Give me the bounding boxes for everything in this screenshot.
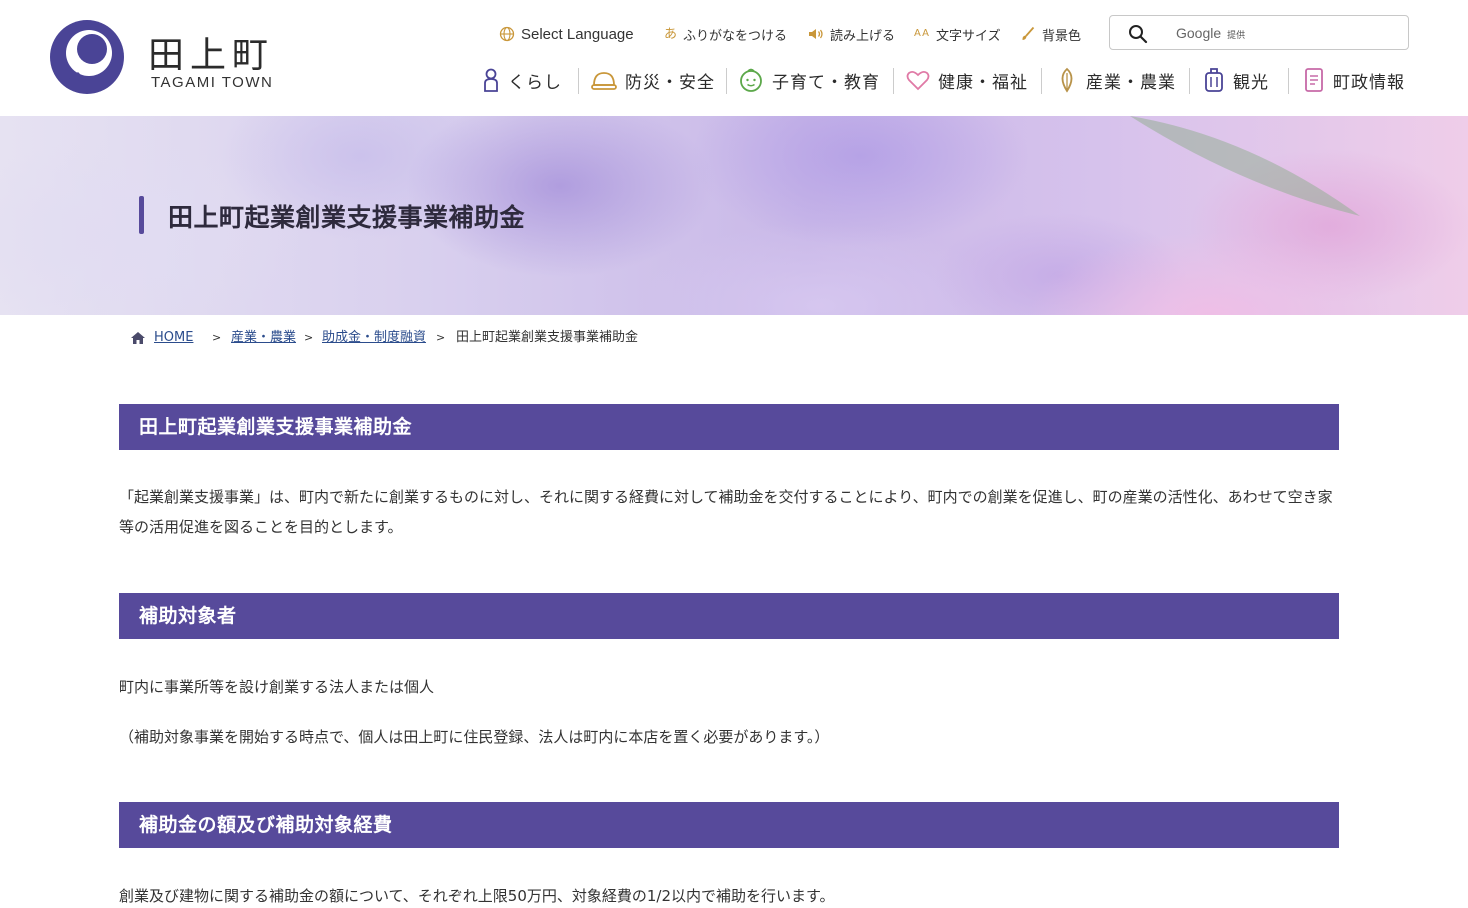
suitcase-icon — [1205, 68, 1223, 92]
nav-item-sangyou[interactable]: 産業・農業 — [1056, 64, 1176, 96]
furigana-button[interactable]: あ ふりがなをつける — [664, 24, 787, 44]
nav-divider — [726, 68, 727, 94]
nav-divider — [1041, 68, 1042, 94]
globe-icon — [499, 26, 515, 42]
logo-kanji: 田上町 — [148, 35, 275, 76]
nav-label: 子育て・教育 — [772, 72, 880, 93]
text-size-label: 文字サイズ — [935, 28, 1001, 44]
hiragana-icon: あ — [664, 26, 678, 42]
site-search-box[interactable]: Google 提供 — [1109, 15, 1409, 50]
heart-icon — [906, 70, 930, 91]
breadcrumb-separator: > — [212, 331, 222, 344]
document-icon — [1305, 68, 1323, 92]
section-heading: 補助対象者 — [119, 593, 1339, 639]
nav-divider — [578, 68, 579, 94]
nav-item-kenkou[interactable]: 健康・福祉 — [906, 64, 1028, 96]
nav-label: 防災・安全 — [625, 72, 715, 93]
nav-label: 産業・農業 — [1086, 72, 1176, 93]
nav-divider — [1189, 68, 1190, 94]
section-heading: 補助金の額及び補助対象経費 — [119, 802, 1339, 848]
site-header: 田上町 TAGAMI TOWN Select Language あ ふりがなをつ… — [0, 0, 1468, 116]
breadcrumb-separator: > — [304, 331, 314, 344]
text-size-icon: AA — [914, 28, 930, 39]
section-paragraph: 「起業創業支援事業」は、町内で新たに創業するものに対し、それに関する経費に対して… — [119, 488, 1333, 536]
furigana-label: ふりがなをつける — [683, 28, 788, 44]
breadcrumb-sangyou[interactable]: 産業・農業 — [231, 328, 296, 348]
search-input[interactable] — [1110, 16, 1408, 49]
nav-divider — [1288, 68, 1289, 94]
home-icon — [131, 332, 145, 344]
hydrangea-leaf-decoration — [1130, 116, 1360, 216]
nav-label: 観光 — [1233, 72, 1269, 93]
nav-label: くらし — [508, 72, 562, 93]
helmet-icon — [591, 72, 617, 90]
breadcrumb-current: 田上町起業創業支援事業補助金 — [456, 330, 639, 345]
nav-item-kurashi[interactable]: くらし — [482, 64, 562, 96]
nav-item-kosodate[interactable]: 子育て・教育 — [738, 64, 880, 96]
nav-item-kankou[interactable]: 観光 — [1203, 64, 1269, 96]
text-size-button[interactable]: AA 文字サイズ — [914, 24, 1001, 44]
person-icon — [484, 68, 498, 92]
hero-title-accent — [139, 196, 144, 234]
logo-roman: TAGAMI TOWN — [151, 74, 274, 91]
section-heading: 田上町起業創業支援事業補助金 — [119, 404, 1339, 450]
section-paragraph: 創業及び建物に関する補助金の額について、それぞれ上限50万円、対象経費の1/2以… — [119, 887, 835, 905]
child-face-icon — [740, 68, 762, 92]
nav-item-bousai[interactable]: 防災・安全 — [591, 64, 715, 96]
page-title: 田上町起業創業支援事業補助金 — [168, 203, 526, 232]
background-color-label: 背景色 — [1042, 28, 1082, 44]
background-color-button[interactable]: 背景色 — [1020, 24, 1081, 44]
nav-label: 健康・福祉 — [938, 72, 1028, 93]
read-aloud-label: 読み上げる — [830, 28, 896, 44]
breadcrumb-joseikin[interactable]: 助成金・制度融資 — [322, 328, 426, 348]
read-aloud-button[interactable]: 読み上げる — [808, 24, 895, 44]
select-language-button[interactable]: Select Language — [499, 24, 634, 44]
speaker-icon — [809, 29, 823, 39]
section-paragraph: （補助対象事業を開始する時点で、個人は田上町に住民登録、法人は町内に本店を置く必… — [119, 728, 830, 746]
town-emblem-icon — [50, 20, 124, 94]
section-paragraph: 町内に事業所等を設け創業する法人または個人 — [119, 678, 435, 696]
nav-item-chousei[interactable]: 町政情報 — [1303, 64, 1405, 96]
brush-icon — [1022, 26, 1035, 40]
nav-label: 町政情報 — [1333, 72, 1405, 93]
breadcrumb-home[interactable]: HOME — [154, 328, 193, 348]
breadcrumb-separator: > — [436, 331, 446, 344]
select-language-label: Select Language — [521, 25, 634, 43]
rice-icon — [1061, 67, 1073, 93]
page-hero-banner: 田上町起業創業支援事業補助金 — [0, 116, 1468, 315]
nav-divider — [893, 68, 894, 94]
